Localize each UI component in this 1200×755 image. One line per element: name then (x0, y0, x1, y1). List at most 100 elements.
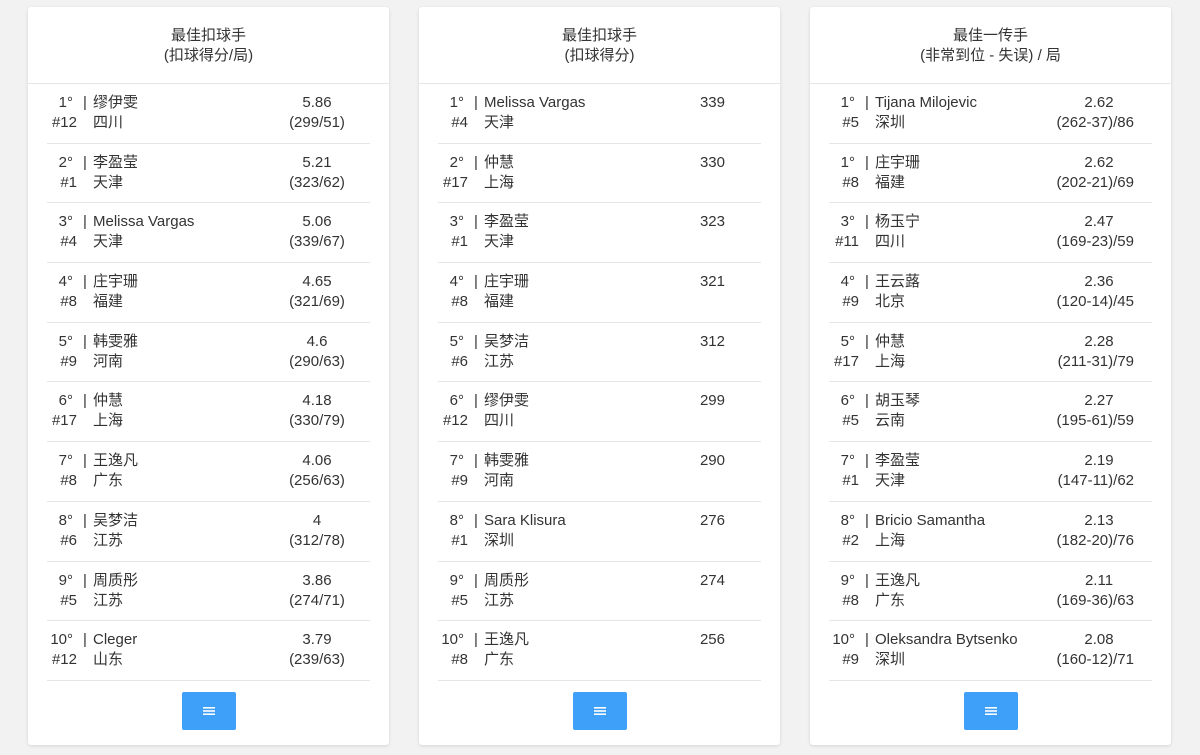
rank: 8° (58, 511, 73, 529)
team-name: 江苏 (484, 591, 515, 609)
separator: | (83, 94, 87, 111)
stat-value: 2.62 (1084, 94, 1114, 111)
ranking-row: 6° #5 | 胡玉琴 云南 2.27 (195-61)/59 (829, 382, 1152, 443)
ranking-row: 8° #6 | 吴梦洁 江苏 4 (312/78) (47, 502, 370, 562)
ranking-row: 6° #12 | 缪伊雯 四川 299 (438, 382, 761, 443)
stat-detail: (299/51) (289, 114, 345, 131)
jersey-number: #12 (442, 412, 468, 430)
jersey-number: #5 (451, 591, 468, 609)
rank: 7° (840, 452, 855, 470)
separator: | (83, 392, 87, 410)
stat-detail: (147-11)/62 (1057, 472, 1134, 490)
stat-detail: (323/62) (289, 173, 345, 191)
team-name: 山东 (93, 651, 124, 669)
separator: | (83, 452, 87, 470)
team-name: 上海 (484, 173, 515, 191)
team-name: 河南 (93, 352, 124, 370)
team-name: 广东 (484, 651, 515, 669)
stat-value: 3.79 (302, 631, 332, 649)
team-name: 天津 (484, 114, 515, 131)
separator: | (865, 332, 869, 350)
jersey-number: #9 (842, 651, 859, 669)
player-name: 吴梦洁 (484, 332, 530, 350)
rank: 8° (840, 511, 855, 529)
jersey-number: #8 (60, 472, 77, 490)
player-name: Sara Klisura (484, 511, 566, 529)
separator: | (865, 94, 869, 111)
separator: | (474, 153, 478, 171)
stat-detail: (169-23)/59 (1056, 233, 1134, 251)
jersey-number: #1 (842, 472, 859, 490)
stat-value: 2.27 (1084, 392, 1114, 410)
ranking-row: 7° #8 | 王逸凡 广东 4.06 (256/63) (47, 442, 370, 502)
ranking-row: 10° #9 | Oleksandra Bytsenko 深圳 2.08 (16… (829, 621, 1152, 681)
stat-detail: (211-31)/79 (1057, 352, 1134, 370)
jersey-number: #5 (60, 591, 77, 609)
rank: 9° (449, 571, 464, 589)
separator: | (865, 273, 869, 291)
jersey-number: #12 (51, 114, 77, 131)
jersey-number: #9 (451, 472, 468, 490)
team-name: 河南 (484, 472, 515, 490)
rank: 2° (58, 153, 73, 171)
jersey-number: #17 (833, 352, 859, 370)
player-name: 仲慧 (875, 332, 906, 350)
ranking-row: 8° #1 | Sara Klisura 深圳 276 (438, 502, 761, 562)
ranking-list: 1° #5 | Tijana Milojevic 深圳 2.62 (262-37… (810, 84, 1171, 681)
team-name: 上海 (93, 412, 124, 430)
team-name: 深圳 (875, 651, 906, 669)
team-name: 天津 (875, 472, 906, 490)
team-name: 广东 (875, 591, 906, 609)
separator: | (83, 153, 87, 171)
ranking-row: 4° #9 | 王云蕗 北京 2.36 (120-14)/45 (829, 263, 1152, 323)
panel-title: 最佳一传手 (952, 27, 1028, 44)
ranking-row: 5° #9 | 韩雯雅 河南 4.6 (290/63) (47, 323, 370, 383)
more-button[interactable] (181, 692, 236, 730)
rank: 3° (449, 213, 464, 231)
stat-value: 5.21 (302, 153, 332, 171)
team-name: 四川 (93, 114, 124, 131)
rank: 4° (449, 273, 464, 291)
stat-value: 2.08 (1084, 631, 1114, 649)
ranking-row: 7° #9 | 韩雯雅 河南 290 (438, 442, 761, 502)
more-button[interactable] (963, 692, 1018, 730)
stat-value: 4.6 (306, 332, 328, 350)
player-name: Oleksandra Bytsenko (875, 631, 1018, 649)
stat-value: 3.86 (302, 571, 332, 589)
panel-subtitle: (非常到位 - 失误) / 局 (920, 47, 1061, 64)
team-name: 江苏 (484, 352, 515, 370)
stat-value: 4.18 (302, 392, 332, 410)
team-name: 天津 (93, 233, 124, 251)
player-name: Melissa Vargas (484, 94, 586, 111)
player-name: 王逸凡 (484, 631, 530, 649)
team-name: 福建 (93, 293, 124, 311)
player-name: Tijana Milojevic (875, 94, 977, 111)
separator: | (865, 452, 869, 470)
jersey-number: #8 (451, 293, 468, 311)
team-name: 上海 (875, 531, 906, 549)
separator: | (474, 213, 478, 231)
jersey-number: #4 (451, 114, 468, 131)
stat-detail: (120-14)/45 (1056, 293, 1134, 311)
rank: 3° (840, 213, 855, 231)
team-name: 深圳 (484, 531, 515, 549)
ranking-row: 1° #4 | Melissa Vargas 天津 339 (438, 84, 761, 144)
rank: 4° (58, 273, 73, 291)
stat-value: 321 (699, 273, 725, 291)
jersey-number: #8 (842, 591, 859, 609)
more-button[interactable] (572, 692, 627, 730)
rank: 3° (58, 213, 73, 231)
stat-detail: (312/78) (289, 531, 345, 549)
stat-value: 5.86 (302, 94, 332, 111)
stat-value: 312 (699, 332, 725, 350)
stat-value: 4.06 (302, 452, 332, 470)
stat-detail: (182-20)/76 (1056, 531, 1134, 549)
rank: 5° (449, 332, 464, 350)
separator: | (474, 571, 478, 589)
rank: 10° (50, 631, 73, 649)
separator: | (865, 213, 869, 231)
ranking-row: 6° #17 | 仲慧 上海 4.18 (330/79) (47, 382, 370, 443)
stat-value: 290 (699, 452, 725, 470)
player-name: 缪伊雯 (93, 94, 139, 111)
separator: | (474, 511, 478, 529)
